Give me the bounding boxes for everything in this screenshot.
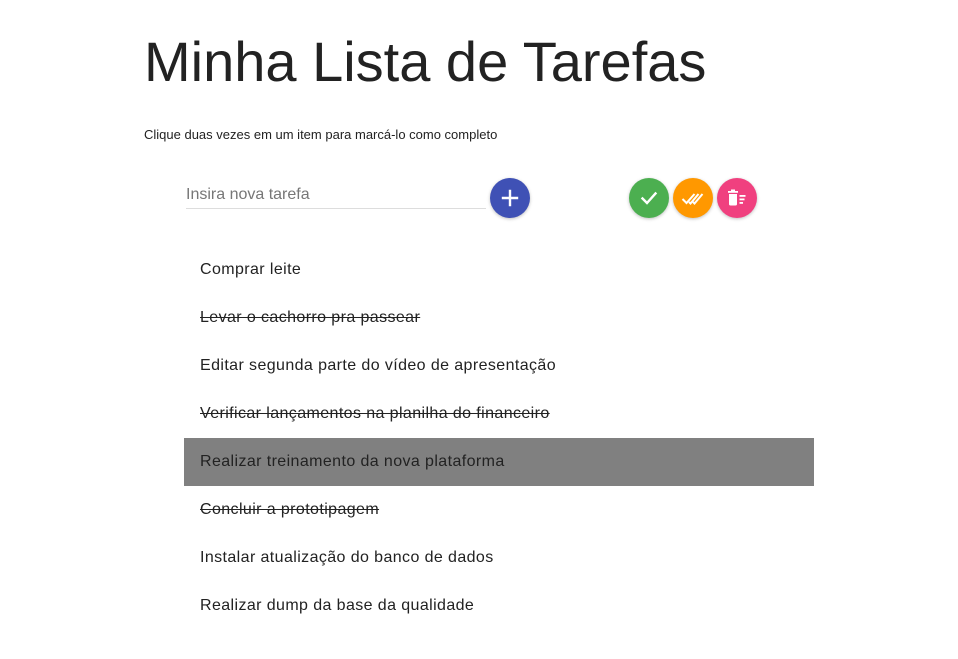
delete-sweep-icon [728, 189, 746, 206]
task-item[interactable]: Instalar atualização do banco de dados [184, 534, 814, 582]
complete-task-button[interactable] [629, 178, 669, 218]
task-item[interactable]: Realizar dump da base da qualidade [184, 582, 814, 630]
task-item[interactable]: Levar o cachorro pra passear [184, 294, 814, 342]
add-task-button[interactable] [490, 178, 530, 218]
delete-completed-button[interactable] [717, 178, 757, 218]
page-subtitle: Clique duas vezes em um item para marcá-… [144, 127, 498, 142]
todo-app: Minha Lista de Tarefas Clique duas vezes… [0, 0, 958, 659]
new-task-input[interactable] [186, 182, 486, 209]
check-icon [640, 191, 658, 205]
task-item[interactable]: Concluir a prototipagem [184, 486, 814, 534]
page-title: Minha Lista de Tarefas [144, 30, 707, 93]
task-list: Comprar leite Levar o cachorro pra passea… [184, 246, 814, 630]
task-item[interactable]: Verificar lançamentos na planilha do fin… [184, 390, 814, 438]
complete-all-button[interactable] [673, 178, 713, 218]
plus-icon [501, 189, 519, 207]
task-item[interactable]: Editar segunda parte do vídeo de apresen… [184, 342, 814, 390]
task-item[interactable]: Comprar leite [184, 246, 814, 294]
double-check-icon [681, 193, 704, 205]
task-item[interactable]: Realizar treinamento da nova plataforma [184, 438, 814, 486]
